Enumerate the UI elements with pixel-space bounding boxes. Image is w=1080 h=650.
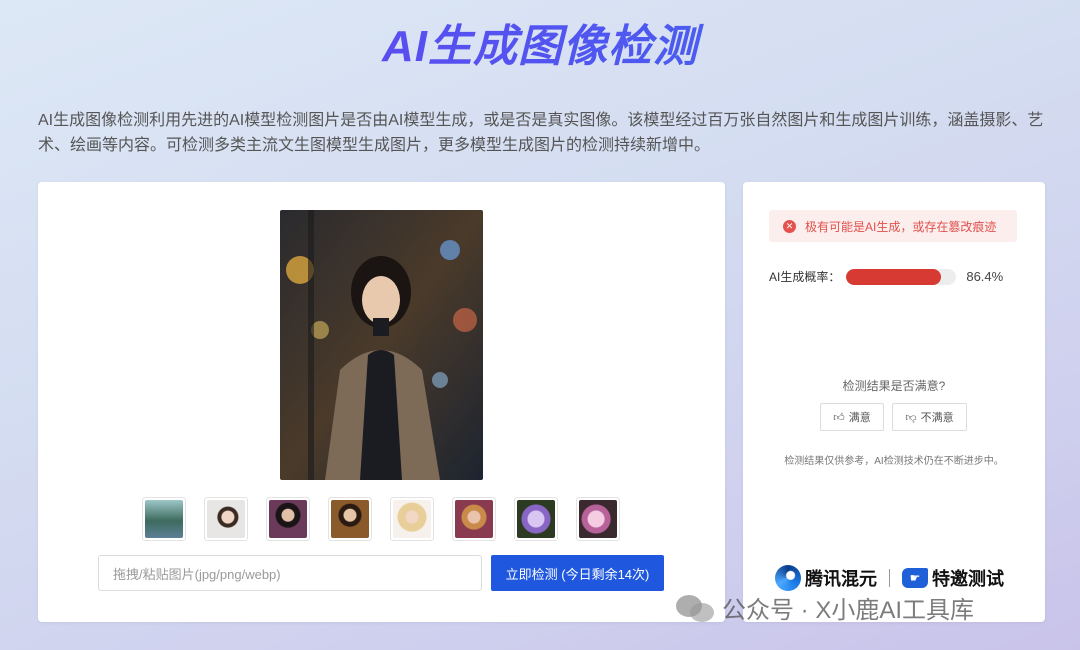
brand-name: 腾讯混元 xyxy=(805,569,877,589)
alert-text: 极有可能是AI生成，或存在篡改痕迹 xyxy=(805,219,997,234)
brand-badge: 腾讯混元 ☛ 特邀测试 xyxy=(775,565,1004,591)
thumbnail-pink-flowers[interactable] xyxy=(576,497,620,541)
thumbnail-woman-dark[interactable] xyxy=(266,497,310,541)
probability-row: AI生成概率： 86.4% xyxy=(769,268,1003,285)
detect-button[interactable]: 立即检测 (今日剩余14次) xyxy=(491,555,664,591)
result-panel: ✕ 极有可能是AI生成，或存在篡改痕迹 AI生成概率： 86.4% 检测结果是否… xyxy=(743,182,1045,622)
sample-thumbnails xyxy=(142,497,620,541)
wechat-icon xyxy=(676,593,716,623)
thumbs-down-icon: 👎︎ xyxy=(905,411,917,424)
unsatisfied-button[interactable]: 👎︎ 不满意 xyxy=(892,403,967,431)
page-description: AI生成图像检测利用先进的AI模型检测图片是否由AI模型生成，或是否是真实图像。… xyxy=(38,112,1044,154)
brand-tag: 特邀测试 xyxy=(932,569,1004,589)
feedback-question: 检测结果是否满意? xyxy=(842,379,946,393)
pointing-hand-icon: ☛ xyxy=(902,568,928,588)
watermark-text: 公众号 · X小鹿AI工具库 xyxy=(722,597,975,624)
probability-value: 86.4% xyxy=(966,269,1004,284)
unsatisfied-label: 不满意 xyxy=(920,412,954,424)
thumbs-up-icon: 👍︎ xyxy=(833,411,845,424)
hunyuan-logo-icon xyxy=(775,565,801,591)
thumbnail-woman-light[interactable] xyxy=(204,497,248,541)
satisfied-label: 满意 xyxy=(848,412,871,424)
error-icon: ✕ xyxy=(783,219,796,233)
probability-bar-fill xyxy=(846,268,942,285)
thumbnail-blonde-woman[interactable] xyxy=(390,497,434,541)
thumbnail-woman-pink[interactable] xyxy=(452,497,496,541)
thumbnail-purple-flowers[interactable] xyxy=(514,497,558,541)
thumbnail-woman-golden[interactable] xyxy=(328,497,372,541)
watermark: 公众号 · X小鹿AI工具库 xyxy=(676,590,974,625)
probability-bar xyxy=(846,268,957,285)
brand-divider xyxy=(889,569,890,587)
image-upload-input[interactable]: 拖拽/粘贴图片(jpg/png/webp) xyxy=(98,555,482,591)
probability-label: AI生成概率： xyxy=(769,270,841,284)
preview-image xyxy=(280,210,483,480)
upload-panel: 拖拽/粘贴图片(jpg/png/webp) 立即检测 (今日剩余14次) xyxy=(38,182,725,622)
disclaimer-note: 检测结果仅供参考，AI检测技术仍在不断进步中。 xyxy=(784,456,1004,467)
satisfied-button[interactable]: 👍︎ 满意 xyxy=(820,403,884,431)
thumbnail-lake[interactable] xyxy=(142,497,186,541)
page-title: AI生成图像检测 xyxy=(0,10,1080,74)
result-alert: ✕ 极有可能是AI生成，或存在篡改痕迹 xyxy=(769,210,1017,242)
